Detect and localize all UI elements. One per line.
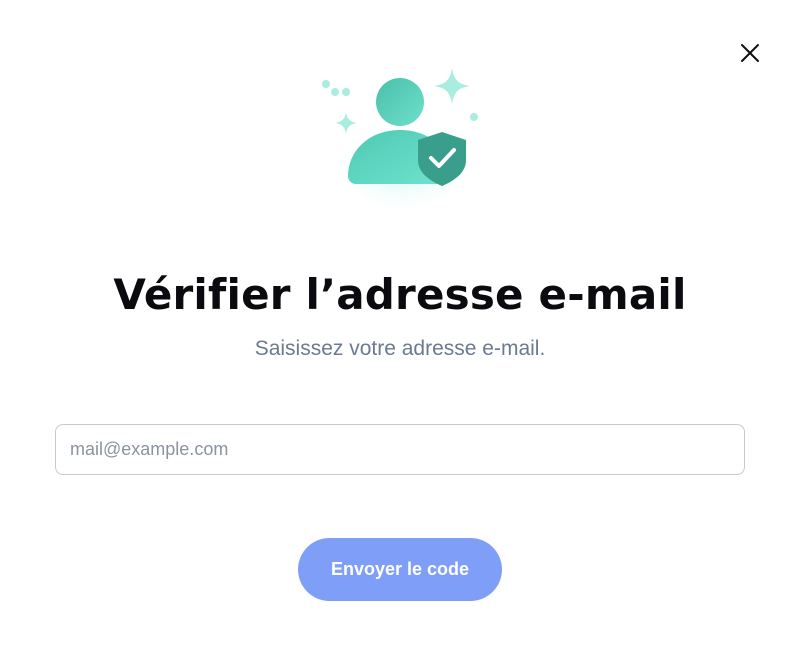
page-title: Vérifier l’adresse e-mail (113, 270, 687, 319)
page-subtitle: Saisissez votre adresse e-mail. (254, 337, 546, 360)
close-button[interactable] (734, 37, 766, 69)
user-verified-shield-icon (322, 68, 478, 208)
send-code-button[interactable]: Envoyer le code (298, 538, 502, 601)
close-icon (741, 44, 759, 62)
user-verified-illustration (310, 60, 490, 210)
verify-email-dialog: Vérifier l’adresse e-mail Saisissez votr… (0, 0, 800, 658)
email-field[interactable] (55, 424, 745, 475)
